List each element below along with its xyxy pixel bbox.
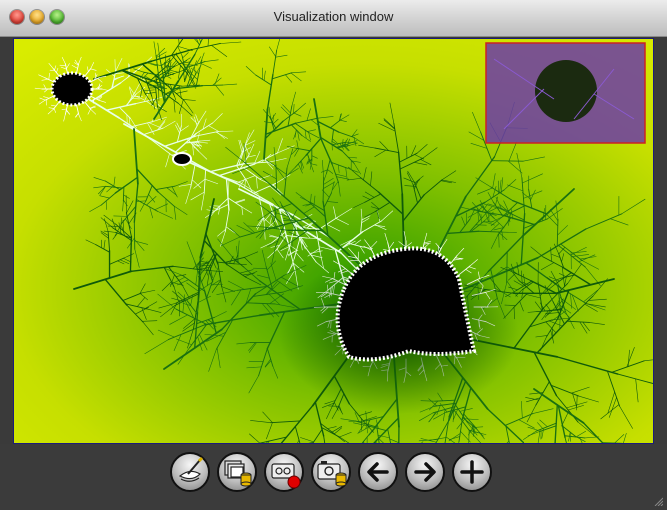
plus-icon (460, 460, 484, 484)
arrow-left-icon (367, 462, 389, 482)
arrow-right-icon (414, 462, 436, 482)
save-stack-button[interactable] (217, 452, 257, 492)
record-icon (271, 463, 301, 489)
back-button[interactable] (358, 452, 398, 492)
camera-icon (317, 461, 347, 487)
palette-brush-icon (178, 456, 204, 482)
brush-palette-button[interactable] (170, 452, 210, 492)
snapshot-button[interactable] (311, 452, 351, 492)
resize-grip-icon[interactable] (653, 496, 663, 506)
stack-database-icon (224, 460, 252, 487)
overview-inset[interactable] (485, 42, 646, 144)
forward-button[interactable] (405, 452, 445, 492)
visualization-window: Visualization window (0, 0, 667, 510)
title-bar[interactable]: Visualization window (0, 0, 667, 37)
toolbar (0, 444, 667, 510)
zoom-in-button[interactable] (452, 452, 492, 492)
record-button[interactable] (264, 452, 304, 492)
fractal-canvas[interactable] (13, 38, 654, 444)
window-title: Visualization window (273, 9, 394, 24)
